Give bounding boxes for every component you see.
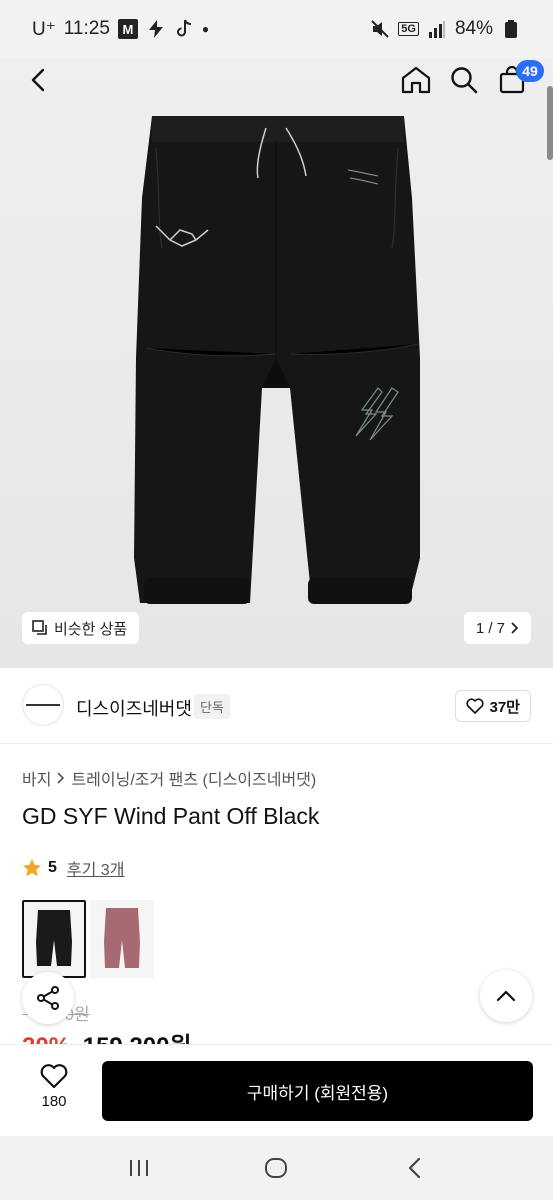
brand-like-count: 37만 <box>489 698 521 716</box>
similar-products-button[interactable]: 비슷한 상품 <box>22 612 140 644</box>
status-left: U⁺ 11:25 M ● <box>32 18 370 41</box>
sale-price: 159,200원 <box>83 1033 192 1044</box>
rating-row: 5 후기 3개 <box>22 856 124 880</box>
discount-price-row: 20% 159,200원 <box>22 1026 192 1044</box>
home-icon <box>401 66 431 94</box>
chevron-right-icon <box>511 622 519 634</box>
status-right: 5G 84% <box>370 18 521 40</box>
tiktok-icon <box>174 19 194 39</box>
home-button[interactable] <box>398 62 434 98</box>
status-bar: U⁺ 11:25 M ● 5G 84% <box>0 0 553 58</box>
mute-icon <box>370 19 390 39</box>
heart-icon <box>465 698 484 714</box>
brand-name-link[interactable]: 디스이즈네버댓 <box>76 695 192 721</box>
wishlist-count: 180 <box>41 1093 67 1110</box>
wishlist-button[interactable]: 180 <box>28 1063 80 1110</box>
product-image <box>0 58 553 668</box>
breadcrumb: 바지 트레이닝/조거 팬츠 (디스이즈네버댓) <box>22 766 316 790</box>
variant-image-black <box>24 902 84 976</box>
home-circle-icon <box>265 1158 288 1178</box>
exclusive-badge: 단독 <box>194 694 230 719</box>
chevron-up-icon <box>496 990 516 1002</box>
rating-score: 5 <box>48 859 57 876</box>
cart-count-badge: 49 <box>516 60 544 82</box>
more-dot-icon: ● <box>201 22 210 36</box>
discount-rate: 20% <box>22 1033 70 1044</box>
top-navigation: 49 <box>0 58 553 106</box>
mail-icon: M <box>117 19 138 39</box>
network-label: 5G <box>398 22 419 36</box>
back-arrow-icon <box>409 1157 421 1179</box>
recent-apps-button[interactable] <box>119 1148 159 1188</box>
scroll-to-top-button[interactable] <box>480 970 532 1022</box>
clock: 11:25 <box>63 18 110 39</box>
chevron-left-icon <box>31 68 45 92</box>
variant-image-pink <box>90 900 154 978</box>
page-scrollbar[interactable] <box>547 86 553 160</box>
brand-row: 디스이즈네버댓 단독 37만 <box>0 668 553 744</box>
cart-button[interactable]: 49 <box>494 60 544 98</box>
page-indicator-text: 1 / 7 <box>475 619 505 637</box>
bolt-icon <box>146 19 166 39</box>
variant-thumbnail-black[interactable] <box>22 900 86 978</box>
buy-button[interactable]: 구매하기 (회원전용) <box>102 1061 533 1121</box>
share-icon <box>37 986 59 1010</box>
search-icon <box>451 67 478 94</box>
share-button[interactable] <box>22 972 74 1024</box>
battery-percent: 84% <box>454 18 493 39</box>
star-icon <box>23 859 41 877</box>
carrier-label: U⁺ <box>32 18 56 40</box>
breadcrumb-category[interactable]: 바지 <box>22 766 51 790</box>
chevron-right-icon <box>57 772 65 784</box>
breadcrumb-subcategory[interactable]: 트레이닝/조거 팬츠 (디스이즈네버댓) <box>71 766 316 790</box>
similar-products-label: 비슷한 상품 <box>54 620 128 638</box>
system-navigation-bar <box>0 1136 553 1200</box>
variant-thumbnail-pink[interactable] <box>90 900 154 978</box>
brand-logo[interactable] <box>22 684 64 726</box>
product-title: GD SYF Wind Pant Off Black <box>22 803 320 829</box>
copy-icon <box>32 620 47 635</box>
product-image-carousel[interactable]: 49 비슷한 상품 1 / 7 <box>0 58 553 668</box>
back-button[interactable] <box>20 62 56 98</box>
signal-icon <box>427 19 447 39</box>
search-button[interactable] <box>446 62 482 98</box>
recent-apps-icon <box>129 1160 148 1176</box>
reviews-link[interactable]: 후기 3개 <box>67 856 125 880</box>
battery-icon <box>501 19 521 39</box>
brand-logo-wordmark <box>26 704 60 706</box>
heart-icon <box>40 1064 68 1089</box>
brand-like-button[interactable]: 37만 <box>454 690 531 722</box>
home-system-button[interactable] <box>256 1148 296 1188</box>
image-page-indicator[interactable]: 1 / 7 <box>463 612 531 644</box>
purchase-bar: 180 구매하기 (회원전용) <box>0 1044 553 1136</box>
system-back-button[interactable] <box>394 1148 434 1188</box>
